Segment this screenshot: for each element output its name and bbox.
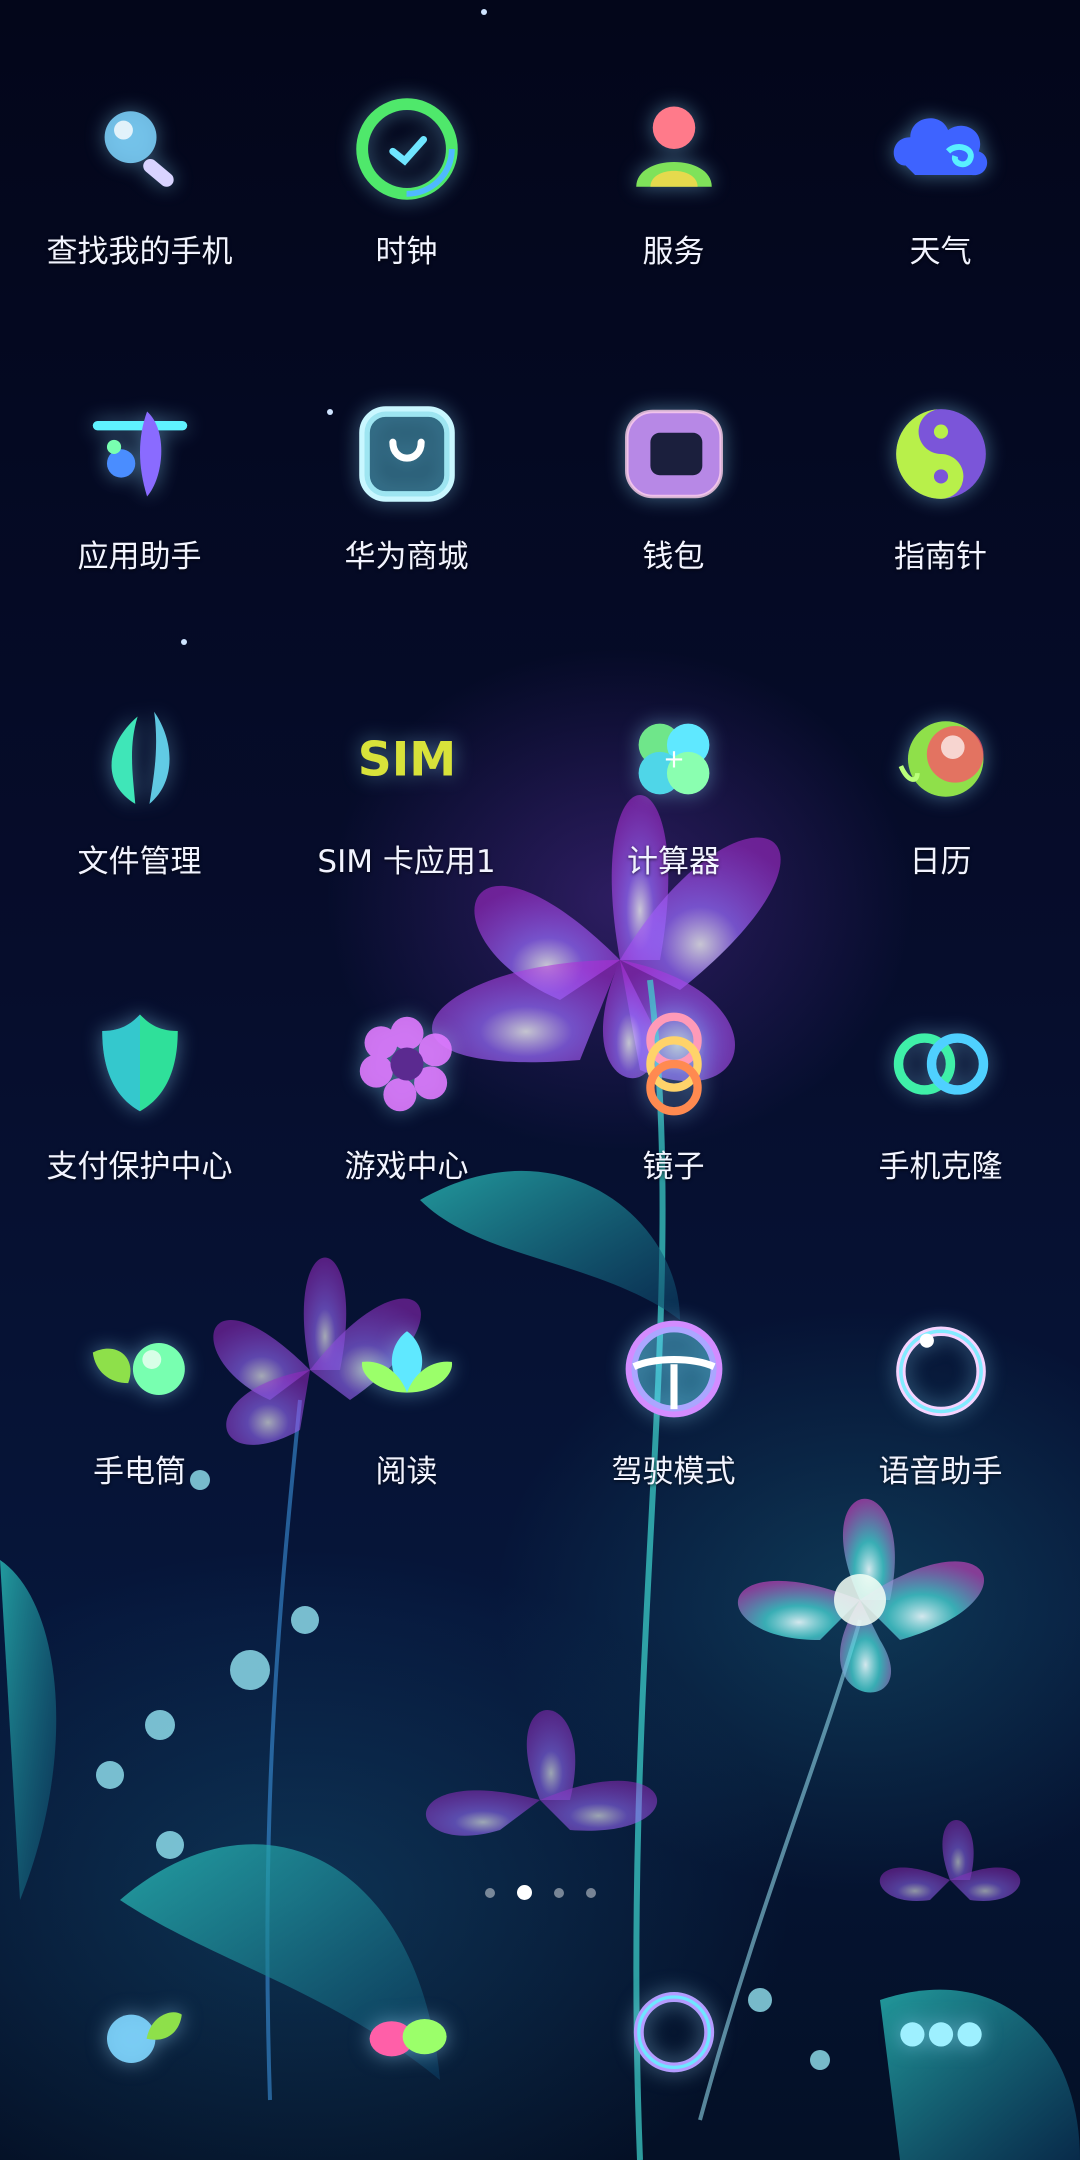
rings-horizontal-icon: [882, 1005, 1000, 1123]
phone-bubble-icon: [106, 2012, 182, 2063]
dock-messages[interactable]: [275, 1960, 538, 2100]
app-mirror[interactable]: 镜子: [542, 975, 805, 1280]
app-phone-clone[interactable]: 手机克隆: [809, 975, 1072, 1280]
browser-ring-icon: [633, 1992, 714, 2073]
more-dots-icon: [899, 2022, 982, 2047]
app-file-manager[interactable]: 文件管理: [8, 670, 271, 975]
app-reading[interactable]: 阅读: [275, 1280, 538, 1585]
app-label: SIM 卡应用1: [317, 844, 496, 880]
wallet-icon: [615, 395, 733, 513]
clock-icon: [348, 90, 466, 208]
app-label: 语音助手: [878, 1454, 1003, 1490]
app-driving-mode[interactable]: 驾驶模式: [542, 1280, 805, 1585]
app-label: 游戏中心: [344, 1149, 469, 1185]
page-indicator[interactable]: [0, 1885, 1080, 1900]
person-icon: [615, 90, 733, 208]
app-game-center[interactable]: 游戏中心: [275, 975, 538, 1280]
app-weather[interactable]: 天气: [809, 60, 1072, 365]
app-sim-toolkit[interactable]: SIM SIM 卡应用1: [275, 670, 538, 975]
app-payment-protection[interactable]: 支付保护中心: [8, 975, 271, 1280]
app-label: 指南针: [894, 539, 987, 575]
steering-wheel-icon: [615, 1310, 733, 1428]
flower-icon: [348, 1005, 466, 1123]
page-dot[interactable]: [553, 1887, 564, 1898]
app-label: 手机克隆: [878, 1149, 1003, 1185]
app-flashlight[interactable]: 手电筒: [8, 1280, 271, 1585]
yin-yang-icon: [882, 395, 1000, 513]
shopping-bag-icon: [348, 395, 466, 513]
svg-text:+: +: [663, 744, 685, 774]
dock: [0, 1960, 1080, 2100]
magnifier-icon: [81, 90, 199, 208]
app-services[interactable]: 服务: [542, 60, 805, 365]
clover-calculator-icon: +: [615, 700, 733, 818]
cloud-icon: [882, 90, 1000, 208]
app-label: 阅读: [375, 1454, 438, 1490]
app-label: 手电筒: [93, 1454, 186, 1490]
page-dot[interactable]: [484, 1887, 495, 1898]
app-assistant-icon: [81, 395, 199, 513]
app-label: 文件管理: [77, 844, 202, 880]
dock-phone[interactable]: [8, 1960, 271, 2100]
app-find-my-phone[interactable]: 查找我的手机: [8, 60, 271, 365]
ring-icon: [882, 1310, 1000, 1428]
shield-icon: [81, 1005, 199, 1123]
orb-icon: [882, 700, 1000, 818]
app-calendar[interactable]: 日历: [809, 670, 1072, 975]
app-huawei-store[interactable]: 华为商城: [275, 365, 538, 670]
app-label: 华为商城: [344, 539, 469, 575]
app-label: 日历: [909, 844, 972, 880]
lotus-icon: [348, 1310, 466, 1428]
leaf-orb-icon: [81, 1310, 199, 1428]
app-label: 计算器: [627, 844, 720, 880]
messages-bubble-icon: [369, 2019, 447, 2057]
leaf-icon: [81, 700, 199, 818]
rings-vertical-icon: [615, 1005, 733, 1123]
app-label: 镜子: [642, 1149, 705, 1185]
app-voice-assistant[interactable]: 语音助手: [809, 1280, 1072, 1585]
app-label: 天气: [909, 234, 972, 270]
dock-more[interactable]: [809, 1960, 1072, 2100]
app-app-assistant[interactable]: 应用助手: [8, 365, 271, 670]
app-label: 驾驶模式: [611, 1454, 736, 1490]
page-dot-active[interactable]: [516, 1885, 532, 1900]
app-calculator[interactable]: + 计算器: [542, 670, 805, 975]
app-label: 查找我的手机: [46, 234, 233, 270]
app-grid: 查找我的手机 时钟 服务 天气 应用助手 华为商城 钱包 指南针 文件管理 SI…: [0, 60, 1080, 1585]
dock-browser[interactable]: [542, 1960, 805, 2100]
sim-icon: SIM: [348, 700, 466, 818]
app-clock[interactable]: 时钟: [275, 60, 538, 365]
app-label: 支付保护中心: [46, 1149, 233, 1185]
app-label: 应用助手: [77, 539, 202, 575]
app-wallet[interactable]: 钱包: [542, 365, 805, 670]
app-label: 时钟: [375, 234, 438, 270]
app-label: 钱包: [642, 539, 705, 575]
page-dot[interactable]: [585, 1887, 596, 1898]
svg-text:SIM: SIM: [357, 733, 456, 788]
app-compass[interactable]: 指南针: [809, 365, 1072, 670]
app-label: 服务: [642, 234, 705, 270]
